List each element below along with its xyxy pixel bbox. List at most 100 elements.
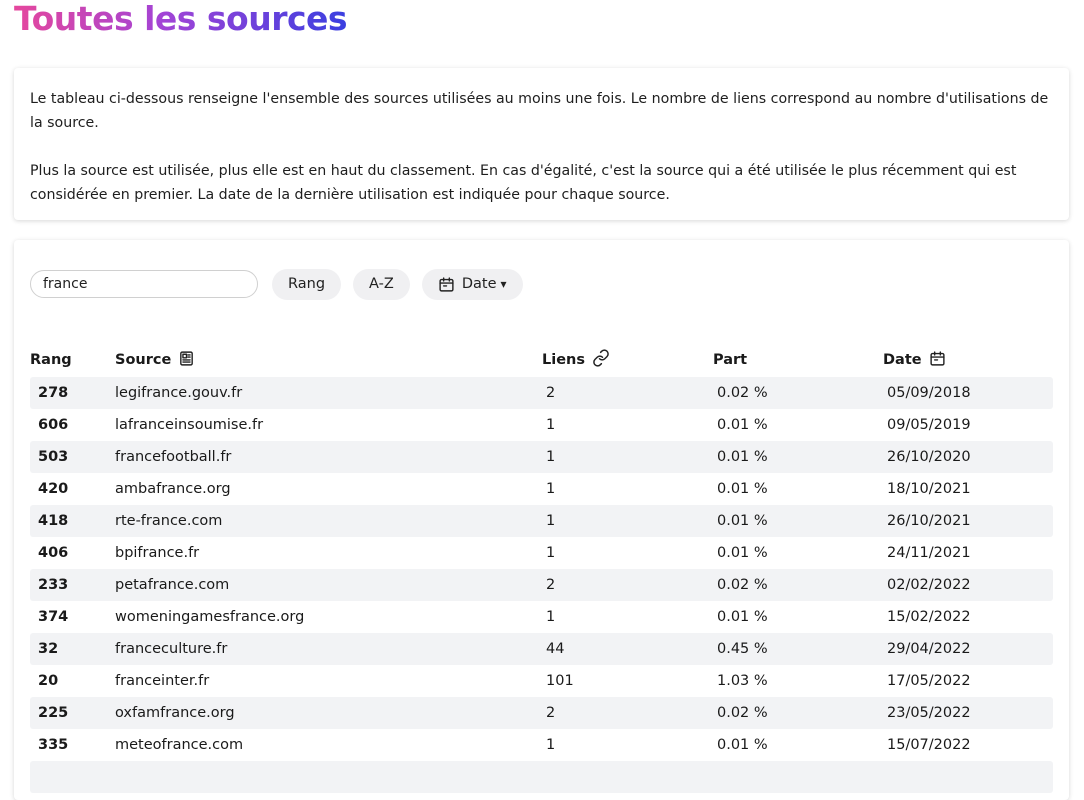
cell-source[interactable]: franceinter.fr (115, 665, 542, 697)
cell-rang: 406 (38, 545, 69, 561)
cell-liens: 1 (546, 737, 556, 753)
sort-az-label: A-Z (369, 276, 394, 292)
cell-source[interactable]: ambafrance.org (115, 473, 542, 505)
cell-liens: 2 (542, 697, 713, 729)
header-liens[interactable]: Liens (542, 343, 713, 377)
cell-source[interactable]: francefootball.fr (115, 441, 542, 473)
header-rang[interactable]: Rang (30, 343, 115, 377)
table-controls: Rang A-Z Date ▾ (30, 268, 523, 300)
cell-rang: 335 (38, 737, 69, 753)
cell-rang: 32 (30, 633, 115, 665)
cell-source[interactable]: rte-france.com (115, 505, 542, 537)
cell-liens: 44 (542, 633, 713, 665)
cell-rang: 503 (30, 441, 115, 473)
cell-date: 17/05/2022 (887, 673, 971, 689)
cell-source[interactable]: oxfamfrance.org (115, 697, 542, 729)
table-row[interactable]: 278 legifrance.gouv.fr 2 0.02 % 05/09/20… (30, 377, 1053, 409)
cell-liens: 1 (546, 481, 556, 497)
header-date-label: Date (883, 352, 922, 368)
sort-az-button[interactable]: A-Z (353, 268, 410, 300)
cell-liens: 1 (542, 441, 713, 473)
cell-date: 18/10/2021 (887, 481, 971, 497)
cell-part: 0.02 % (713, 377, 883, 409)
cell-source[interactable]: bpifrance.fr (115, 537, 542, 569)
cell-date: 09/05/2019 (887, 417, 971, 433)
header-liens-label: Liens (542, 352, 585, 368)
cell-part: 0.01 % (713, 441, 883, 473)
cell-part: 0.01 % (717, 481, 768, 497)
cell-liens: 1 (546, 417, 556, 433)
sources-table-card: Rang A-Z Date ▾ Rang (14, 240, 1069, 800)
sort-rank-button[interactable]: Rang (272, 268, 342, 300)
cell-liens: 1 (546, 609, 556, 625)
cell-date: 02/02/2022 (883, 569, 1053, 601)
intro-paragraph-1: Le tableau ci-dessous renseigne l'ensemb… (30, 91, 1049, 131)
cell-part: 1.03 % (717, 673, 768, 689)
cell-date: 05/09/2018 (883, 377, 1053, 409)
cell-rang: 374 (38, 609, 69, 625)
cell-rang: 225 (30, 697, 115, 729)
table-row[interactable]: 225 oxfamfrance.org 2 0.02 % 23/05/2022 (30, 697, 1053, 729)
cell-liens: 101 (546, 673, 574, 689)
newspaper-icon (178, 350, 195, 371)
header-rang-label: Rang (30, 352, 72, 368)
search-input[interactable] (30, 270, 258, 298)
table-row[interactable]: 606 lafranceinsoumise.fr 1 0.01 % 09/05/… (30, 409, 1053, 441)
table-row[interactable]: 406 bpifrance.fr 1 0.01 % 24/11/2021 (30, 537, 1053, 569)
cell-rang: 278 (30, 377, 115, 409)
cell-source[interactable]: lafranceinsoumise.fr (115, 409, 542, 441)
cell-part: 0.01 % (717, 545, 768, 561)
table-row[interactable]: 20 franceinter.fr 101 1.03 % 17/05/2022 (30, 665, 1053, 697)
cell-date: 29/04/2022 (883, 633, 1053, 665)
intro-paragraph-2: Plus la source est utilisée, plus elle e… (30, 163, 1017, 203)
sort-date-button[interactable]: Date ▾ (421, 268, 523, 300)
chevron-down-icon: ▾ (500, 277, 507, 291)
page-title: Toutes les sources (14, 0, 348, 38)
intro-card: Le tableau ci-dessous renseigne l'ensemb… (14, 68, 1069, 220)
cell-source[interactable]: legifrance.gouv.fr (115, 377, 542, 409)
table-row[interactable]: 503 francefootball.fr 1 0.01 % 26/10/202… (30, 441, 1053, 473)
cell-source[interactable]: meteofrance.com (115, 729, 542, 761)
cell-date: 15/02/2022 (887, 609, 971, 625)
sources-table: Rang Source Liens Part Date 278 legifran… (30, 343, 1053, 793)
cell-source[interactable]: petafrance.com (115, 569, 542, 601)
calendar-icon (929, 350, 946, 371)
cell-date: 26/10/2020 (883, 441, 1053, 473)
table-row[interactable]: 420 ambafrance.org 1 0.01 % 18/10/2021 (30, 473, 1053, 505)
table-row[interactable]: 335 meteofrance.com 1 0.01 % 15/07/2022 (30, 729, 1053, 761)
cell-source[interactable]: franceculture.fr (115, 633, 542, 665)
calendar-icon (438, 276, 455, 293)
cell-date: 24/11/2021 (887, 545, 971, 561)
cell-liens: 2 (542, 377, 713, 409)
cell-rang: 418 (30, 505, 115, 537)
sort-rank-label: Rang (288, 276, 326, 292)
cell-part: 0.01 % (713, 505, 883, 537)
sort-date-label: Date (461, 276, 497, 292)
cell-part: 0.01 % (717, 417, 768, 433)
cell-date: 23/05/2022 (883, 697, 1053, 729)
table-row[interactable]: 233 petafrance.com 2 0.02 % 02/02/2022 (30, 569, 1053, 601)
table-row-partial (30, 761, 1053, 793)
cell-liens: 1 (542, 505, 713, 537)
header-part[interactable]: Part (713, 343, 883, 377)
header-source-label: Source (115, 352, 172, 368)
table-header-row: Rang Source Liens Part Date (30, 343, 1053, 377)
table-row[interactable]: 418 rte-france.com 1 0.01 % 26/10/2021 (30, 505, 1053, 537)
header-part-label: Part (713, 352, 748, 368)
cell-rang: 420 (38, 481, 69, 497)
table-row[interactable]: 374 womeningamesfrance.org 1 0.01 % 15/0… (30, 601, 1053, 633)
link-icon (592, 349, 610, 371)
cell-part: 0.01 % (717, 737, 768, 753)
header-source[interactable]: Source (115, 343, 542, 377)
cell-rang: 233 (30, 569, 115, 601)
cell-part: 0.02 % (713, 697, 883, 729)
cell-date: 15/07/2022 (887, 737, 971, 753)
header-date[interactable]: Date (883, 343, 1053, 377)
cell-date: 26/10/2021 (883, 505, 1053, 537)
cell-rang: 606 (38, 417, 69, 433)
cell-source[interactable]: womeningamesfrance.org (115, 601, 542, 633)
cell-rang: 20 (38, 673, 59, 689)
cell-liens: 1 (546, 545, 556, 561)
cell-part: 0.45 % (713, 633, 883, 665)
table-row[interactable]: 32 franceculture.fr 44 0.45 % 29/04/2022 (30, 633, 1053, 665)
